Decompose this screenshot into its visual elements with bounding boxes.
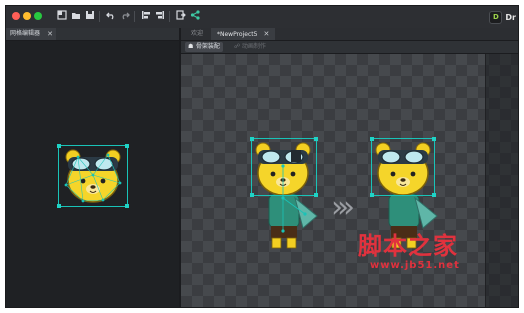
- mode-rigging[interactable]: ☗ 骨架装配: [185, 42, 223, 52]
- animation-icon: ☍: [234, 43, 241, 50]
- watermark-url: www.jb51.net: [370, 260, 460, 271]
- app-brand: D Dr: [489, 10, 516, 24]
- mesh-editor-panel: 网格编辑器 ✕: [6, 28, 181, 307]
- mode-bar: ☗ 骨架装配 ☍ 动画制作: [181, 41, 518, 54]
- mode-rigging-label: 骨架装配: [195, 43, 220, 50]
- tab-new-project[interactable]: *NewProject5 ✕: [211, 28, 276, 40]
- document-tabbar: 欢迎 *NewProject5 ✕: [181, 28, 518, 41]
- new-file-icon[interactable]: [56, 10, 68, 22]
- app-logo-icon: D: [489, 10, 503, 24]
- tab-welcome[interactable]: 欢迎: [191, 28, 203, 40]
- toolbar-divider: [134, 11, 135, 22]
- editor-area: 欢迎 *NewProject5 ✕ ☗ 骨架装配 ☍ 动画制作 ›››: [181, 28, 518, 307]
- head-bounding-box[interactable]: [370, 137, 436, 197]
- open-folder-icon[interactable]: [70, 10, 82, 22]
- mesh-editor-tabbar: 网格编辑器 ✕: [6, 28, 179, 41]
- tab-mesh-editor-label: 网格编辑器: [10, 30, 41, 37]
- mode-animation[interactable]: ☍ 动画制作: [231, 42, 269, 52]
- head-bounding-box[interactable]: [250, 137, 318, 197]
- align-right-icon[interactable]: [154, 10, 166, 22]
- close-tab-icon[interactable]: ✕: [47, 28, 53, 40]
- watermark-text: 脚本之家: [358, 231, 458, 260]
- mode-animation-label: 动画制作: [241, 43, 266, 50]
- toolbar-divider: [169, 11, 170, 22]
- app-brand-label: Dr: [505, 12, 516, 22]
- toolbar: D Dr: [6, 6, 518, 29]
- toolbar-divider: [99, 11, 100, 22]
- zoom-window-button[interactable]: [34, 12, 42, 20]
- close-tab-icon[interactable]: ✕: [263, 30, 269, 38]
- align-left-icon[interactable]: [140, 10, 152, 22]
- tab-mesh-editor[interactable]: 网格编辑器 ✕: [6, 28, 56, 40]
- mesh-bounding-box[interactable]: [57, 144, 129, 208]
- stage-margin: [485, 54, 518, 307]
- export-icon[interactable]: [175, 10, 187, 22]
- redo-icon[interactable]: [119, 10, 131, 22]
- transition-arrows-icon: ›››: [331, 190, 355, 225]
- tab-new-project-label: *NewProject5: [217, 31, 258, 38]
- share-icon[interactable]: [189, 10, 201, 22]
- canvas-stage[interactable]: ›››: [181, 54, 518, 307]
- minimize-window-button[interactable]: [23, 12, 31, 20]
- mesh-editor-canvas[interactable]: [6, 41, 179, 307]
- close-window-button[interactable]: [12, 12, 20, 20]
- rigging-icon: ☗: [188, 43, 194, 50]
- undo-icon[interactable]: [105, 10, 117, 22]
- save-icon[interactable]: [84, 10, 96, 22]
